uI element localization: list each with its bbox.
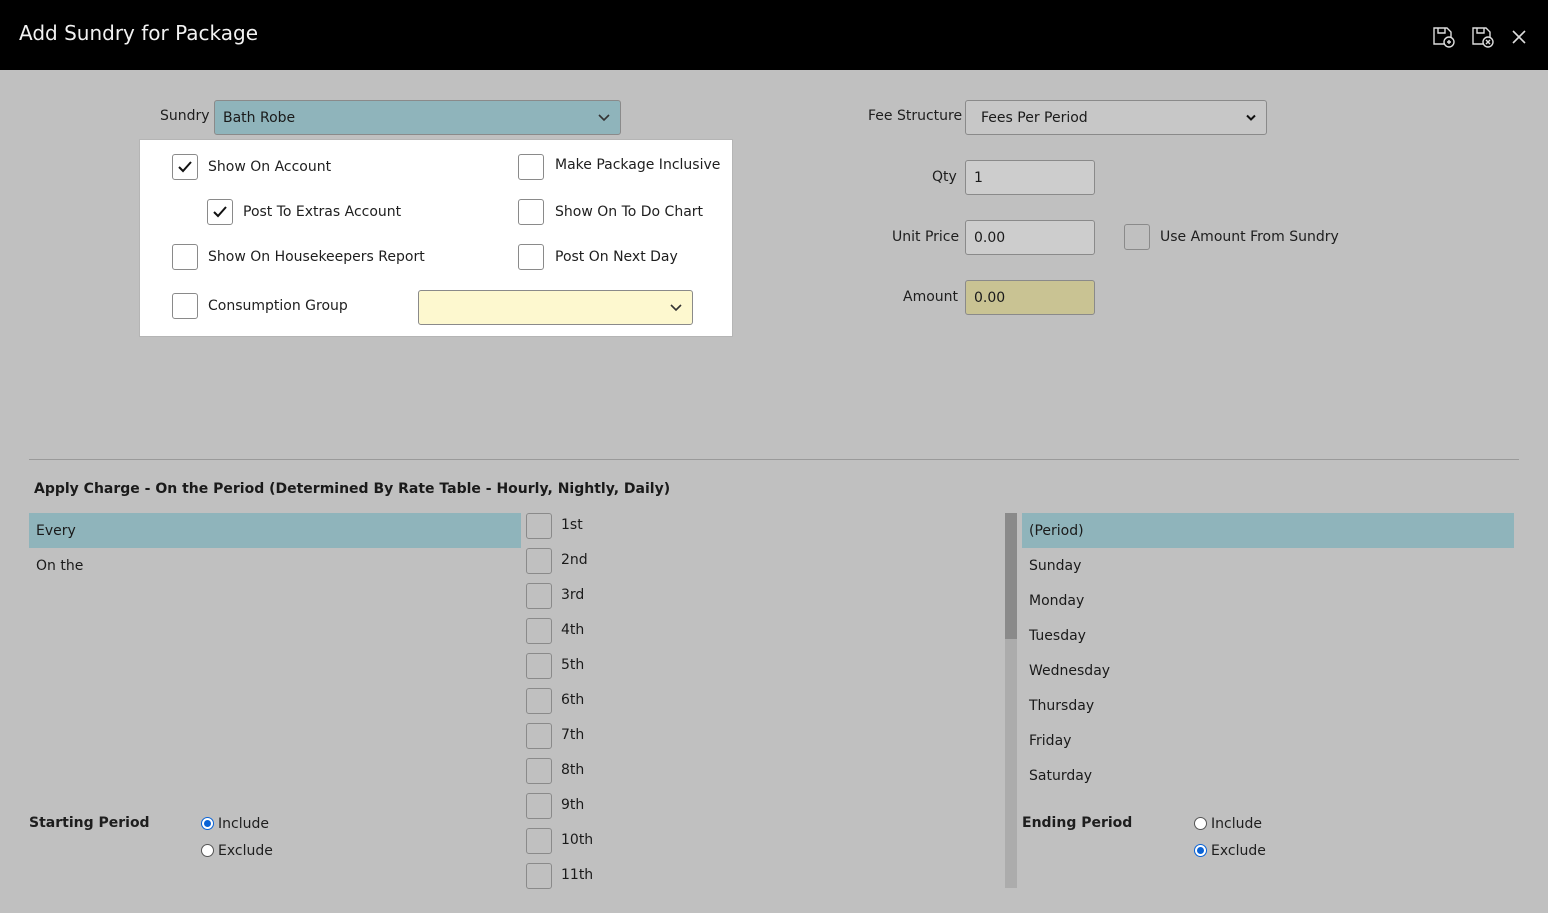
show-on-to-do-chart-checkbox[interactable]: [518, 199, 544, 225]
show-on-account-label: Show On Account: [208, 159, 332, 175]
amount-label: Amount: [903, 289, 959, 305]
starting-period-include-label: Include: [218, 816, 269, 832]
day-item-label: Wednesday: [1029, 662, 1111, 679]
ordinal-checkbox[interactable]: [526, 653, 552, 679]
ending-period-exclude-label: Exclude: [1211, 843, 1266, 859]
day-item-wednesday[interactable]: Wednesday: [1022, 653, 1514, 688]
ending-period-include-label: Include: [1211, 816, 1262, 832]
show-on-housekeepers-report-checkbox[interactable]: [172, 244, 198, 270]
ordinal-scrollbar-thumb[interactable]: [1005, 513, 1017, 639]
frequency-item-label: Every: [36, 522, 76, 539]
fee-structure-label: Fee Structure: [868, 108, 963, 124]
starting-period-label: Starting Period: [29, 815, 150, 831]
fee-structure-value: Fees Per Period: [981, 109, 1088, 126]
amount-value: 0.00: [974, 289, 1006, 306]
day-item-label: Saturday: [1029, 767, 1093, 784]
ending-period-include-radio[interactable]: [1194, 817, 1207, 830]
section-divider: [29, 459, 1519, 460]
ordinal-checkbox[interactable]: [526, 863, 552, 889]
ordinal-checkbox[interactable]: [526, 828, 552, 854]
post-on-next-day-checkbox[interactable]: [518, 244, 544, 270]
apply-charge-title: Apply Charge - On the Period (Determined…: [34, 481, 671, 497]
ordinal-checkbox[interactable]: [526, 688, 552, 714]
ordinal-label: 4th: [561, 622, 585, 638]
checkmark-icon: [178, 161, 192, 173]
unit-price-value: 0.00: [974, 229, 1006, 246]
day-item-monday[interactable]: Monday: [1022, 583, 1514, 618]
ordinal-checkbox[interactable]: [526, 618, 552, 644]
day-item-thursday[interactable]: Thursday: [1022, 688, 1514, 723]
save-copy-icon[interactable]: [1431, 24, 1457, 50]
show-on-to-do-chart-label: Show On To Do Chart: [555, 204, 704, 220]
ordinal-checkbox[interactable]: [526, 723, 552, 749]
consumption-group-label: Consumption Group: [208, 298, 348, 314]
frequency-item-label: On the: [36, 557, 84, 574]
ordinal-checkbox[interactable]: [526, 513, 552, 539]
title-bar: Add Sundry for Package: [0, 0, 1548, 70]
ordinal-checkbox[interactable]: [526, 793, 552, 819]
qty-input[interactable]: 1: [965, 160, 1095, 195]
ordinal-label: 9th: [561, 797, 585, 813]
starting-period-exclude-radio[interactable]: [201, 844, 214, 857]
day-item-sunday[interactable]: Sunday: [1022, 548, 1514, 583]
day-item-label: Monday: [1029, 592, 1085, 609]
make-package-inclusive-checkbox[interactable]: [518, 154, 544, 180]
post-on-next-day-label: Post On Next Day: [555, 249, 678, 265]
chevron-down-icon: [670, 303, 682, 311]
sundry-select-value: Bath Robe: [223, 109, 296, 126]
day-item-label: Thursday: [1029, 697, 1095, 714]
ordinal-label: 2nd: [561, 552, 588, 568]
ordinal-label: 1st: [561, 517, 583, 533]
ending-period-exclude-radio[interactable]: [1194, 844, 1207, 857]
frequency-item-on-the[interactable]: On the: [29, 548, 521, 583]
ordinal-checkbox[interactable]: [526, 548, 552, 574]
starting-period-include-radio[interactable]: [201, 817, 214, 830]
fee-structure-select[interactable]: Fees Per Period: [965, 100, 1267, 135]
use-amount-from-sundry-checkbox[interactable]: [1124, 224, 1150, 250]
close-icon[interactable]: [1508, 24, 1534, 50]
qty-value: 1: [974, 169, 983, 186]
sundry-select[interactable]: Bath Robe: [214, 100, 621, 135]
checkmark-icon: [213, 206, 227, 218]
day-item-label: Sunday: [1029, 557, 1082, 574]
use-amount-from-sundry-label: Use Amount From Sundry: [1160, 229, 1339, 245]
day-item-saturday[interactable]: Saturday: [1022, 758, 1514, 793]
sundry-label: Sundry: [160, 108, 210, 124]
day-item-tuesday[interactable]: Tuesday: [1022, 618, 1514, 653]
show-on-account-checkbox[interactable]: [172, 154, 198, 180]
amount-input[interactable]: 0.00: [965, 280, 1095, 315]
ordinal-label: 5th: [561, 657, 585, 673]
ordinal-label: 6th: [561, 692, 585, 708]
qty-label: Qty: [932, 169, 957, 185]
show-on-housekeepers-report-label: Show On Housekeepers Report: [208, 249, 425, 265]
ending-period-label: Ending Period: [1022, 815, 1133, 831]
starting-period-exclude-label: Exclude: [218, 843, 273, 859]
chevron-down-icon: [598, 113, 610, 121]
save-close-icon[interactable]: [1470, 24, 1496, 50]
ordinal-label: 7th: [561, 727, 585, 743]
frequency-item-every[interactable]: Every: [29, 513, 521, 548]
ordinal-checkbox[interactable]: [526, 758, 552, 784]
ordinal-label: 10th: [561, 832, 594, 848]
day-item-label: (Period): [1029, 522, 1084, 539]
post-to-extras-account-checkbox[interactable]: [207, 199, 233, 225]
ordinal-label: 11th: [561, 867, 594, 883]
ordinal-label: 3rd: [561, 587, 585, 603]
day-item-label: Friday: [1029, 732, 1072, 749]
day-item-period[interactable]: (Period): [1022, 513, 1514, 548]
unit-price-label: Unit Price: [892, 229, 960, 245]
day-item-label: Tuesday: [1029, 627, 1086, 644]
chevron-down-icon: [1246, 114, 1256, 121]
day-item-friday[interactable]: Friday: [1022, 723, 1514, 758]
post-to-extras-account-label: Post To Extras Account: [243, 204, 402, 220]
consumption-group-checkbox[interactable]: [172, 293, 198, 319]
ordinal-label: 8th: [561, 762, 585, 778]
unit-price-input[interactable]: 0.00: [965, 220, 1095, 255]
make-package-inclusive-label: Make Package Inclusive: [555, 157, 721, 173]
consumption-group-select[interactable]: [418, 290, 693, 325]
window-title: Add Sundry for Package: [19, 21, 258, 45]
ordinal-checkbox[interactable]: [526, 583, 552, 609]
